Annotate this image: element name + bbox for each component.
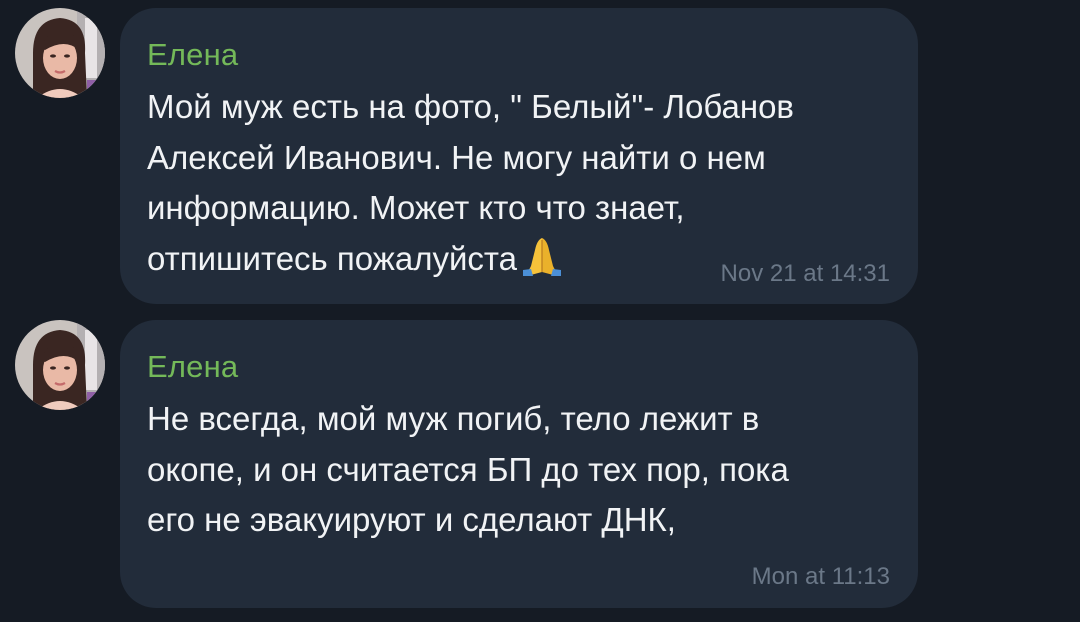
message-bubble[interactable]: Елена Мой муж есть на фото, " Белый"- Ло… xyxy=(120,8,918,304)
message-item: Елена Не всегда, мой муж погиб, тело леж… xyxy=(0,320,1080,610)
folded-hands-emoji-icon xyxy=(522,236,561,291)
message-text: Мой муж есть на фото, " Белый"- Лобанов … xyxy=(147,82,907,290)
avatar[interactable] xyxy=(15,8,105,98)
message-timestamp: Nov 21 at 14:31 xyxy=(720,260,890,287)
avatar[interactable] xyxy=(15,320,105,410)
avatar-photo xyxy=(15,320,105,410)
chat-history: Елена Мой муж есть на фото, " Белый"- Ло… xyxy=(0,0,1080,622)
avatar-photo xyxy=(15,8,105,98)
sender-name[interactable]: Елена xyxy=(147,37,238,73)
message-bubble[interactable]: Елена Не всегда, мой муж погиб, тело леж… xyxy=(120,320,918,608)
sender-name[interactable]: Елена xyxy=(147,349,238,385)
message-timestamp: Mon at 11:13 xyxy=(751,563,890,590)
message-text-body: Мой муж есть на фото, " Белый"- Лобанов … xyxy=(147,88,794,277)
message-item: Елена Мой муж есть на фото, " Белый"- Ло… xyxy=(0,8,1080,304)
message-text: Не всегда, мой муж погиб, тело лежит в о… xyxy=(147,400,789,538)
